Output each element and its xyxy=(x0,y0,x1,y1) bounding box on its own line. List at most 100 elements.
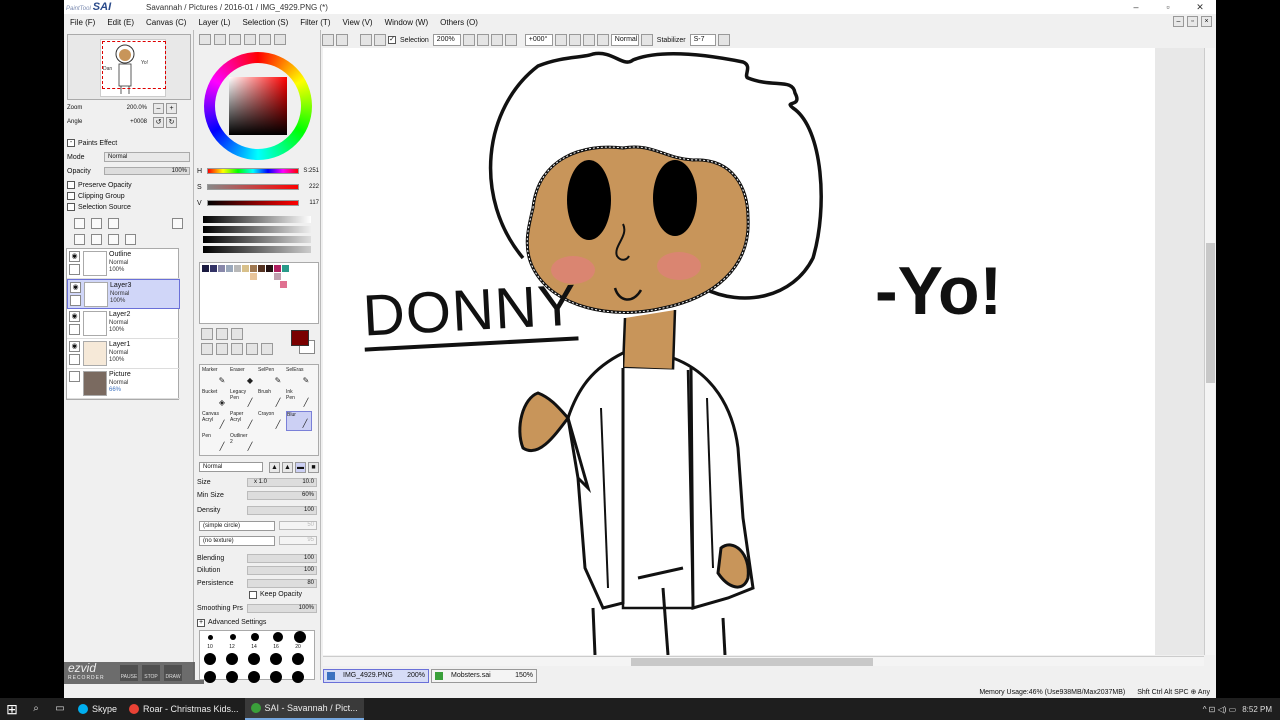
grayscale-list[interactable] xyxy=(203,216,313,262)
lock-icon[interactable] xyxy=(69,354,80,365)
layer-item-picture[interactable]: Picture Normal 66% xyxy=(67,369,180,399)
min-size-slider[interactable]: 60% xyxy=(247,491,317,500)
pencil-icon[interactable] xyxy=(70,295,81,306)
menu-layer[interactable]: Layer (L) xyxy=(192,18,236,27)
taskbar-item-chrome[interactable]: Roar - Christmas Kids... xyxy=(123,698,245,720)
brush-texture-strength[interactable]: 95 xyxy=(279,536,317,545)
tip-square-icon[interactable]: ■ xyxy=(308,462,319,473)
clear-layer-icon[interactable] xyxy=(108,234,119,245)
rotate-right-icon[interactable] xyxy=(568,34,581,46)
rotate-tool-icon[interactable] xyxy=(231,343,243,355)
taskbar-item-skype[interactable]: Skype xyxy=(72,698,123,720)
collapse-icon[interactable]: - xyxy=(67,139,75,147)
expand-icon[interactable]: + xyxy=(197,618,205,627)
brush-size-presets[interactable]: 10 12 14 16 20 xyxy=(199,630,315,683)
vertical-scroll-thumb[interactable] xyxy=(1206,243,1215,383)
user-palette-icon[interactable] xyxy=(274,34,286,45)
zoom-dropdown-icon[interactable] xyxy=(462,34,475,46)
nav-zoom-value[interactable]: 200.0% xyxy=(107,105,147,111)
blending-slider[interactable]: 100 xyxy=(247,554,317,563)
task-view-icon[interactable]: ▭ xyxy=(48,698,72,720)
merge-down-icon[interactable] xyxy=(91,234,102,245)
brush-texture-select[interactable]: (no texture) xyxy=(199,536,275,546)
brush-seleras[interactable]: SelEras ✎ xyxy=(286,367,312,387)
menu-window[interactable]: Window (W) xyxy=(379,18,435,27)
brush-ink-pen[interactable]: Ink Pen ╱ xyxy=(286,389,312,409)
eye-icon[interactable]: ◉ xyxy=(70,282,81,293)
pause-button[interactable]: PAUSE xyxy=(120,665,138,681)
lasso-icon[interactable] xyxy=(216,328,228,340)
taskbar-item-sai[interactable]: SAI - Savannah / Pict... xyxy=(244,698,364,720)
brush-legacy-pen[interactable]: Legacy Pen ╱ xyxy=(230,389,256,409)
dilution-slider[interactable]: 100 xyxy=(247,566,317,575)
brush-blur[interactable]: Blur ╱ xyxy=(286,411,312,431)
lock-icon[interactable] xyxy=(69,324,80,335)
rotate-reset-icon[interactable] xyxy=(582,34,595,46)
advanced-settings-header[interactable]: + Advanced Settings xyxy=(197,617,319,628)
tip-flat-icon[interactable]: ▬ xyxy=(295,462,306,473)
zoom-tool-icon[interactable] xyxy=(216,343,228,355)
stabilizer-dropdown-icon[interactable] xyxy=(717,34,730,46)
new-layer-icon[interactable] xyxy=(74,218,85,229)
size-slider[interactable]: x 1.0 10.0 xyxy=(247,478,317,487)
redo-icon[interactable] xyxy=(336,34,348,46)
brush-crayon[interactable]: Crayon ╱ xyxy=(258,411,284,431)
brush-canvas-acryl[interactable]: Canvas Acryl ╱ xyxy=(202,411,228,431)
draw-button[interactable]: DRAW xyxy=(164,665,182,681)
blend-dropdown-icon[interactable] xyxy=(640,34,653,46)
menu-file[interactable]: File (F) xyxy=(64,18,101,27)
clock[interactable]: 8:52 PM xyxy=(1242,705,1272,714)
keep-opacity-checkbox[interactable] xyxy=(249,590,257,599)
menu-edit[interactable]: Edit (E) xyxy=(101,18,140,27)
selection-source-checkbox[interactable] xyxy=(67,203,75,211)
value-slider[interactable] xyxy=(207,200,299,206)
vertical-scrollbar[interactable] xyxy=(1204,48,1215,655)
layer-menu-icon[interactable] xyxy=(172,218,183,229)
doc-tab-img4929[interactable]: IMG_4929.PNG 200% xyxy=(323,669,429,683)
tip-soft-icon[interactable]: ▲ xyxy=(282,462,293,473)
brush-shape-strength[interactable]: 50 xyxy=(279,521,317,530)
preserve-opacity-row[interactable]: Preserve Opacity xyxy=(67,180,191,190)
doc-close-button[interactable]: × xyxy=(1201,16,1212,27)
doc-restore-button[interactable]: ▫ xyxy=(1187,16,1198,27)
move-icon[interactable] xyxy=(201,343,213,355)
brush-shape-select[interactable]: (simple circle) xyxy=(199,521,275,531)
rgb-slider-icon[interactable] xyxy=(214,34,226,45)
search-icon[interactable]: ⌕ xyxy=(24,698,48,720)
tip-sharp-icon[interactable]: ▲ xyxy=(269,462,280,473)
new-linework-layer-icon[interactable] xyxy=(91,218,102,229)
invert-selection-icon[interactable] xyxy=(374,34,386,46)
layer-item-outline[interactable]: ◉ Outline Normal 100% xyxy=(67,249,180,279)
doc-tab-mobsters[interactable]: Mobsters.sai 150% xyxy=(431,669,537,683)
menu-filter[interactable]: Filter (T) xyxy=(294,18,336,27)
menu-view[interactable]: View (V) xyxy=(336,18,378,27)
doc-minimize-button[interactable]: – xyxy=(1173,16,1184,27)
nav-zoom-in-button[interactable]: + xyxy=(166,102,177,114)
tray-icons[interactable]: ^ ⊡ ◁) ▭ xyxy=(1203,705,1237,714)
eye-icon[interactable]: ◉ xyxy=(69,311,80,322)
brush-marker[interactable]: Marker ✎ xyxy=(202,367,228,387)
layer-item-layer2[interactable]: ◉ Layer2 Normal 100% xyxy=(67,309,180,339)
brush-selpen[interactable]: SelPen ✎ xyxy=(258,367,284,387)
stabilizer-field[interactable]: S-7 xyxy=(689,34,716,46)
flip-icon[interactable] xyxy=(596,34,609,46)
brush-paper-acryl[interactable]: Paper Acryl ╱ xyxy=(230,411,256,431)
layer-item-layer3[interactable]: ◉ Layer3 Normal 100% xyxy=(67,279,180,309)
primary-color[interactable] xyxy=(291,330,309,346)
drawing-canvas[interactable]: DONNY -Yo! xyxy=(323,48,1204,655)
stop-button[interactable]: STOP xyxy=(142,665,160,681)
nav-rotate-button[interactable]: ↺ xyxy=(153,116,164,128)
blend-mode-field[interactable]: Normal xyxy=(610,34,639,46)
zoom-out-icon[interactable] xyxy=(476,34,489,46)
deselect-icon[interactable] xyxy=(360,34,372,46)
color-palette[interactable] xyxy=(199,262,319,324)
brush-brush[interactable]: Brush ╱ xyxy=(258,389,284,409)
new-folder-icon[interactable] xyxy=(108,218,119,229)
eye-icon[interactable]: ◉ xyxy=(69,341,80,352)
rotate-left-icon[interactable] xyxy=(554,34,567,46)
brush-mode-select[interactable]: Normal xyxy=(199,462,263,472)
brush-outliner[interactable]: Outliner 2 ╱ xyxy=(230,433,256,453)
mode-select[interactable]: Normal xyxy=(104,152,190,162)
selection-source-row[interactable]: Selection Source xyxy=(67,202,191,212)
clipping-group-checkbox[interactable] xyxy=(67,192,75,200)
